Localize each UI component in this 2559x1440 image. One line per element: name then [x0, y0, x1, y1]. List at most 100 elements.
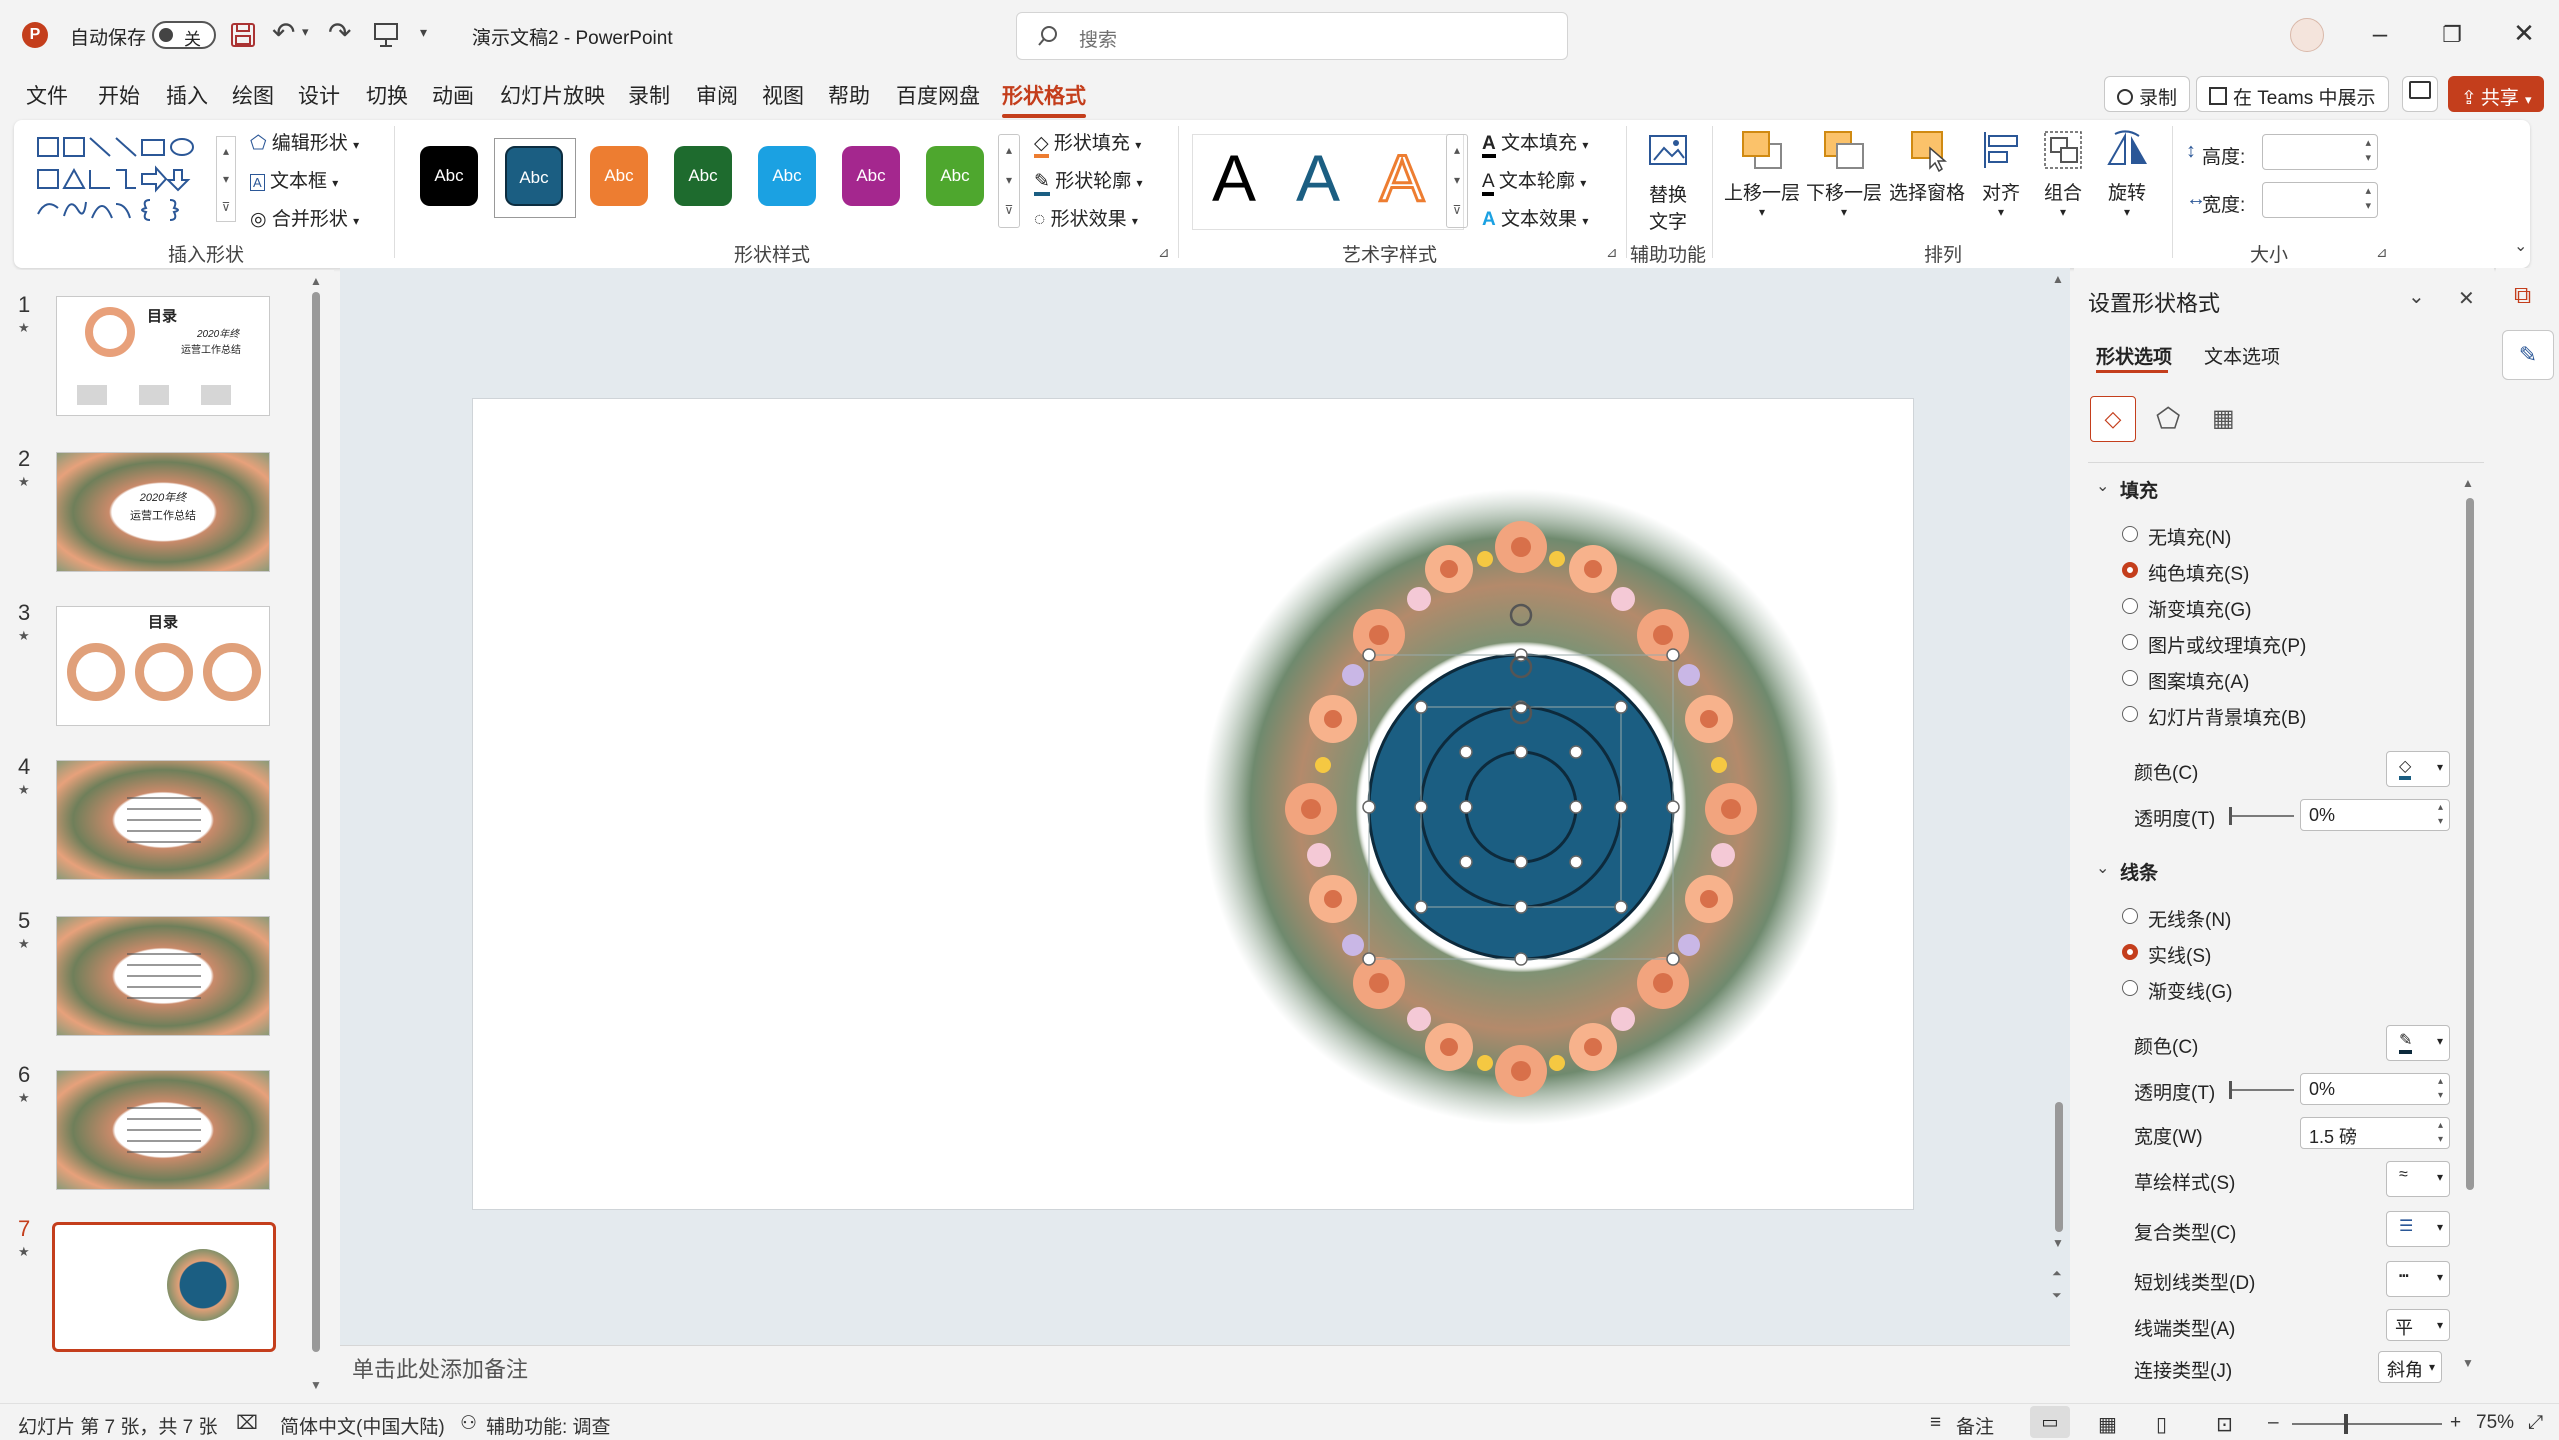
- bring-forward-button[interactable]: 上移一层 ▾: [1722, 128, 1802, 219]
- line-section-chevron-icon[interactable]: ⌄: [2096, 858, 2109, 878]
- tab-text-options[interactable]: 文本选项: [2204, 342, 2280, 369]
- tab-insert[interactable]: 插入: [166, 80, 208, 110]
- tab-home[interactable]: 开始: [98, 80, 140, 110]
- dialog-launcher-icon[interactable]: ⊿: [1158, 244, 1170, 261]
- fill-section-chevron-icon[interactable]: ⌄: [2096, 476, 2109, 496]
- wordart-black[interactable]: A: [1212, 140, 1256, 216]
- ribbon-collapse-icon[interactable]: ⌄: [2514, 236, 2527, 256]
- dialog-launcher-icon[interactable]: ⊿: [2376, 244, 2388, 261]
- tab-transitions[interactable]: 切换: [366, 80, 408, 110]
- shape-effects-button[interactable]: ◌ 形状效果 ▾: [1034, 204, 1138, 231]
- edit-shape-button[interactable]: ⬠ 编辑形状 ▾: [250, 128, 359, 155]
- zoom-level[interactable]: 75%: [2476, 1412, 2514, 1434]
- tab-shape-format[interactable]: 形状格式: [1002, 80, 1086, 118]
- slide-thumbnail-6[interactable]: [56, 1070, 270, 1190]
- slide-thumbnail-4[interactable]: [56, 760, 270, 880]
- dash-type-dropdown[interactable]: ┅ ▾: [2386, 1261, 2450, 1297]
- text-outline-button[interactable]: A 文本轮廓 ▾: [1482, 166, 1586, 196]
- group-button[interactable]: 组合 ▾: [2036, 128, 2090, 219]
- shape-fill-button[interactable]: ◇ 形状填充 ▾: [1034, 128, 1141, 158]
- format-pane-toggle-icon[interactable]: ✎: [2502, 330, 2554, 380]
- line-color-picker[interactable]: ✎ ▾: [2386, 1025, 2450, 1061]
- line-transparency-slider[interactable]: [2229, 1081, 2294, 1099]
- thumbnail-scrollbar[interactable]: ▲ ▼: [310, 274, 322, 1404]
- dialog-launcher-icon[interactable]: ⊿: [1606, 244, 1618, 261]
- tab-record[interactable]: 录制: [628, 80, 670, 110]
- radio-slide-background-fill[interactable]: [2122, 706, 2138, 722]
- save-icon[interactable]: [230, 22, 256, 48]
- height-input[interactable]: ▴ ▾: [2262, 134, 2378, 170]
- tab-view[interactable]: 视图: [762, 80, 804, 110]
- next-slide-icon[interactable]: ⏷: [2052, 1288, 2062, 1303]
- present-icon[interactable]: [372, 22, 400, 48]
- radio-solid-line[interactable]: [2122, 944, 2138, 960]
- radio-pattern-fill[interactable]: [2122, 670, 2138, 686]
- accessibility-status[interactable]: 辅助功能: 调查: [486, 1412, 611, 1439]
- wordart-orange[interactable]: A: [1378, 140, 1425, 217]
- slide-thumbnail-5[interactable]: [56, 916, 270, 1036]
- style-swatch-4[interactable]: Abc: [674, 146, 732, 206]
- alt-text-button[interactable]: 替换 文字: [1638, 130, 1698, 234]
- minimize-icon[interactable]: –: [2360, 18, 2400, 49]
- shape-gallery-scroll[interactable]: ▴ ▾ ⊽: [216, 136, 236, 222]
- wordart-blue[interactable]: A: [1296, 140, 1340, 216]
- radio-gradient-line[interactable]: [2122, 980, 2138, 996]
- compound-type-dropdown[interactable]: ☰ ▾: [2386, 1211, 2450, 1247]
- pane-close-icon[interactable]: ✕: [2458, 286, 2475, 311]
- shape-outline-button[interactable]: ✎ 形状轮廓 ▾: [1034, 166, 1143, 196]
- pane-scrollbar[interactable]: ▲ ▼: [2462, 476, 2478, 1376]
- user-avatar[interactable]: [2290, 18, 2324, 52]
- fill-transparency-input[interactable]: 0% ▴ ▾: [2300, 799, 2450, 831]
- tab-draw[interactable]: 绘图: [232, 80, 274, 110]
- text-effects-button[interactable]: A 文本效果 ▾: [1482, 204, 1588, 231]
- line-transparency-input[interactable]: 0% ▴ ▾: [2300, 1073, 2450, 1105]
- fill-section-title[interactable]: 填充: [2120, 476, 2158, 503]
- style-swatch-3[interactable]: Abc: [590, 146, 648, 206]
- slideshow-view-icon[interactable]: ⊡: [2216, 1412, 2233, 1437]
- radio-solid-fill-label[interactable]: 纯色填充(S): [2148, 559, 2249, 586]
- comments-button[interactable]: [2402, 76, 2438, 112]
- radio-no-line-label[interactable]: 无线条(N): [2148, 905, 2231, 932]
- radio-gradient-line-label[interactable]: 渐变线(G): [2148, 977, 2232, 1004]
- zoom-in-icon[interactable]: +: [2450, 1412, 2461, 1434]
- record-button[interactable]: 录制: [2104, 76, 2191, 112]
- size-properties-category-icon[interactable]: ▦: [2212, 404, 2235, 433]
- present-in-teams-button[interactable]: 在 Teams 中展示: [2196, 76, 2389, 112]
- line-width-input[interactable]: 1.5 磅 ▴ ▾: [2300, 1117, 2450, 1149]
- radio-no-fill-label[interactable]: 无填充(N): [2148, 523, 2231, 550]
- zoom-out-icon[interactable]: –: [2268, 1412, 2279, 1434]
- zoom-slider[interactable]: [2292, 1414, 2442, 1434]
- join-type-dropdown[interactable]: 斜角 ▾: [2378, 1351, 2442, 1383]
- slide-thumbnail-1[interactable]: 目录 2020年终 运营工作总结: [56, 296, 270, 416]
- slide-thumbnail-2[interactable]: 2020年终 运营工作总结: [56, 452, 270, 572]
- effects-category-icon[interactable]: ⬠: [2156, 402, 2180, 435]
- tab-slideshow[interactable]: 幻灯片放映: [500, 80, 605, 110]
- notes-toggle[interactable]: 备注: [1956, 1412, 1994, 1439]
- tab-shape-options[interactable]: 形状选项: [2096, 342, 2172, 369]
- language-indicator[interactable]: 简体中文(中国大陆): [280, 1412, 445, 1439]
- radio-no-fill[interactable]: [2122, 526, 2138, 542]
- style-swatch-2[interactable]: Abc: [505, 146, 563, 206]
- pane-options-chevron-icon[interactable]: ⌄: [2408, 284, 2425, 309]
- style-swatch-5[interactable]: Abc: [758, 146, 816, 206]
- canvas-scrollbar[interactable]: ▲ ▼ ⏶ ⏷: [2052, 272, 2066, 1312]
- radio-picture-fill[interactable]: [2122, 634, 2138, 650]
- tab-review[interactable]: 审阅: [696, 80, 738, 110]
- shape-gallery[interactable]: [34, 134, 234, 224]
- tab-design[interactable]: 设计: [298, 80, 340, 110]
- slide-thumbnail-7[interactable]: [52, 1222, 276, 1352]
- radio-no-line[interactable]: [2122, 908, 2138, 924]
- search-box[interactable]: 搜索: [1016, 12, 1568, 60]
- fit-slide-icon[interactable]: ⤢: [2528, 1412, 2543, 1434]
- fill-transparency-slider[interactable]: [2229, 807, 2294, 825]
- maximize-icon[interactable]: ❐: [2432, 22, 2472, 48]
- radio-picture-fill-label[interactable]: 图片或纹理填充(P): [2148, 631, 2306, 658]
- selection-pane-button[interactable]: 选择窗格: [1886, 128, 1968, 205]
- reading-view-icon[interactable]: ▯: [2156, 1412, 2167, 1437]
- undo-dropdown-icon[interactable]: ▾: [302, 24, 309, 40]
- close-icon[interactable]: ✕: [2504, 18, 2544, 49]
- tab-help[interactable]: 帮助: [828, 80, 870, 110]
- align-button[interactable]: 对齐 ▾: [1974, 128, 2028, 219]
- notes-pane[interactable]: 单击此处添加备注: [340, 1345, 2070, 1404]
- text-box-button[interactable]: A 文本框 ▾: [250, 166, 338, 193]
